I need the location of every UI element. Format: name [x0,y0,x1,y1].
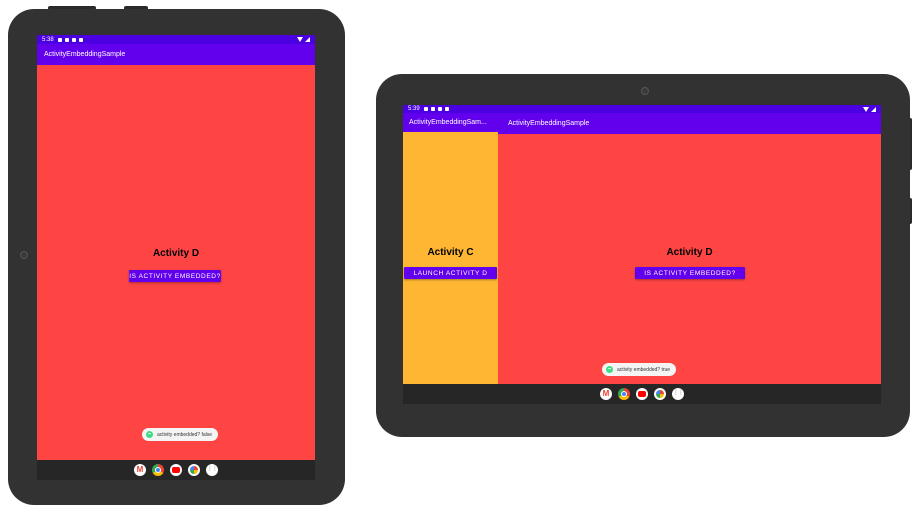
activity-d-pane: Activity D IS ACTIVITY EMBEDDED? activit… [498,134,881,384]
app-title: ActivityEmbeddingSample [44,51,126,58]
wifi-icon [863,106,869,112]
chrome-icon[interactable] [618,388,630,400]
activity-c-pane: Activity C LAUNCH ACTIVITY D [403,132,498,384]
chrome-icon[interactable] [152,464,164,476]
app-launcher-icon[interactable] [672,388,684,400]
gmail-icon[interactable] [600,388,612,400]
android-icon [606,366,613,373]
activity-c-heading: Activity C [427,247,474,258]
signal-icon [871,106,876,112]
toast: activity embedded? true [602,363,677,376]
is-activity-embedded-button[interactable]: IS ACTIVITY EMBEDDED? [635,267,745,279]
activity-d-pane: Activity D IS ACTIVITY EMBEDDED? activit… [37,65,315,460]
portrait-tablet: 5:38 ActivityEmbeddingSample Activity D … [8,9,345,505]
toast-text: activity embedded? false [157,431,213,438]
front-camera [20,251,28,259]
app-bar: ActivityEmbeddingSample [37,44,315,65]
app-title-left: ActivityEmbeddingSam... [409,119,487,126]
app-bar-right: ActivityEmbeddingSample [498,113,881,134]
app-bar-left: ActivityEmbeddingSam... [403,113,498,132]
portrait-screen: 5:38 ActivityEmbeddingSample Activity D … [37,35,315,480]
notification-icons [57,37,83,42]
photos-icon[interactable] [654,388,666,400]
status-time: 5:39 [408,106,420,112]
taskbar [403,384,881,404]
app-title-right: ActivityEmbeddingSample [508,120,590,127]
landscape-screen: 5:39 ActivityEmbeddingSam... Activity C … [403,105,881,404]
photos-icon[interactable] [188,464,200,476]
signal-icon [305,37,310,42]
youtube-icon[interactable] [170,464,182,476]
connectivity-icons [863,106,876,112]
landscape-tablet: 5:39 ActivityEmbeddingSam... Activity C … [376,74,910,437]
front-camera [641,87,649,95]
taskbar [37,460,315,480]
activity-d-heading: Activity D [666,247,713,258]
youtube-icon[interactable] [636,388,648,400]
toast: activity embedded? false [142,428,219,441]
wifi-icon [297,37,303,42]
toast-text: activity embedded? true [617,366,671,373]
activity-heading: Activity D [152,248,200,259]
app-launcher-icon[interactable] [206,464,218,476]
notification-icons [423,107,449,111]
android-icon [146,431,153,438]
gmail-icon[interactable] [134,464,146,476]
is-activity-embedded-button[interactable]: IS ACTIVITY EMBEDDED? [129,270,221,282]
launch-activity-d-button[interactable]: LAUNCH ACTIVITY D [404,267,497,279]
connectivity-icons [297,37,310,42]
status-bar: 5:38 [37,35,315,44]
status-bar: 5:39 [403,105,881,113]
status-time: 5:38 [42,36,54,43]
